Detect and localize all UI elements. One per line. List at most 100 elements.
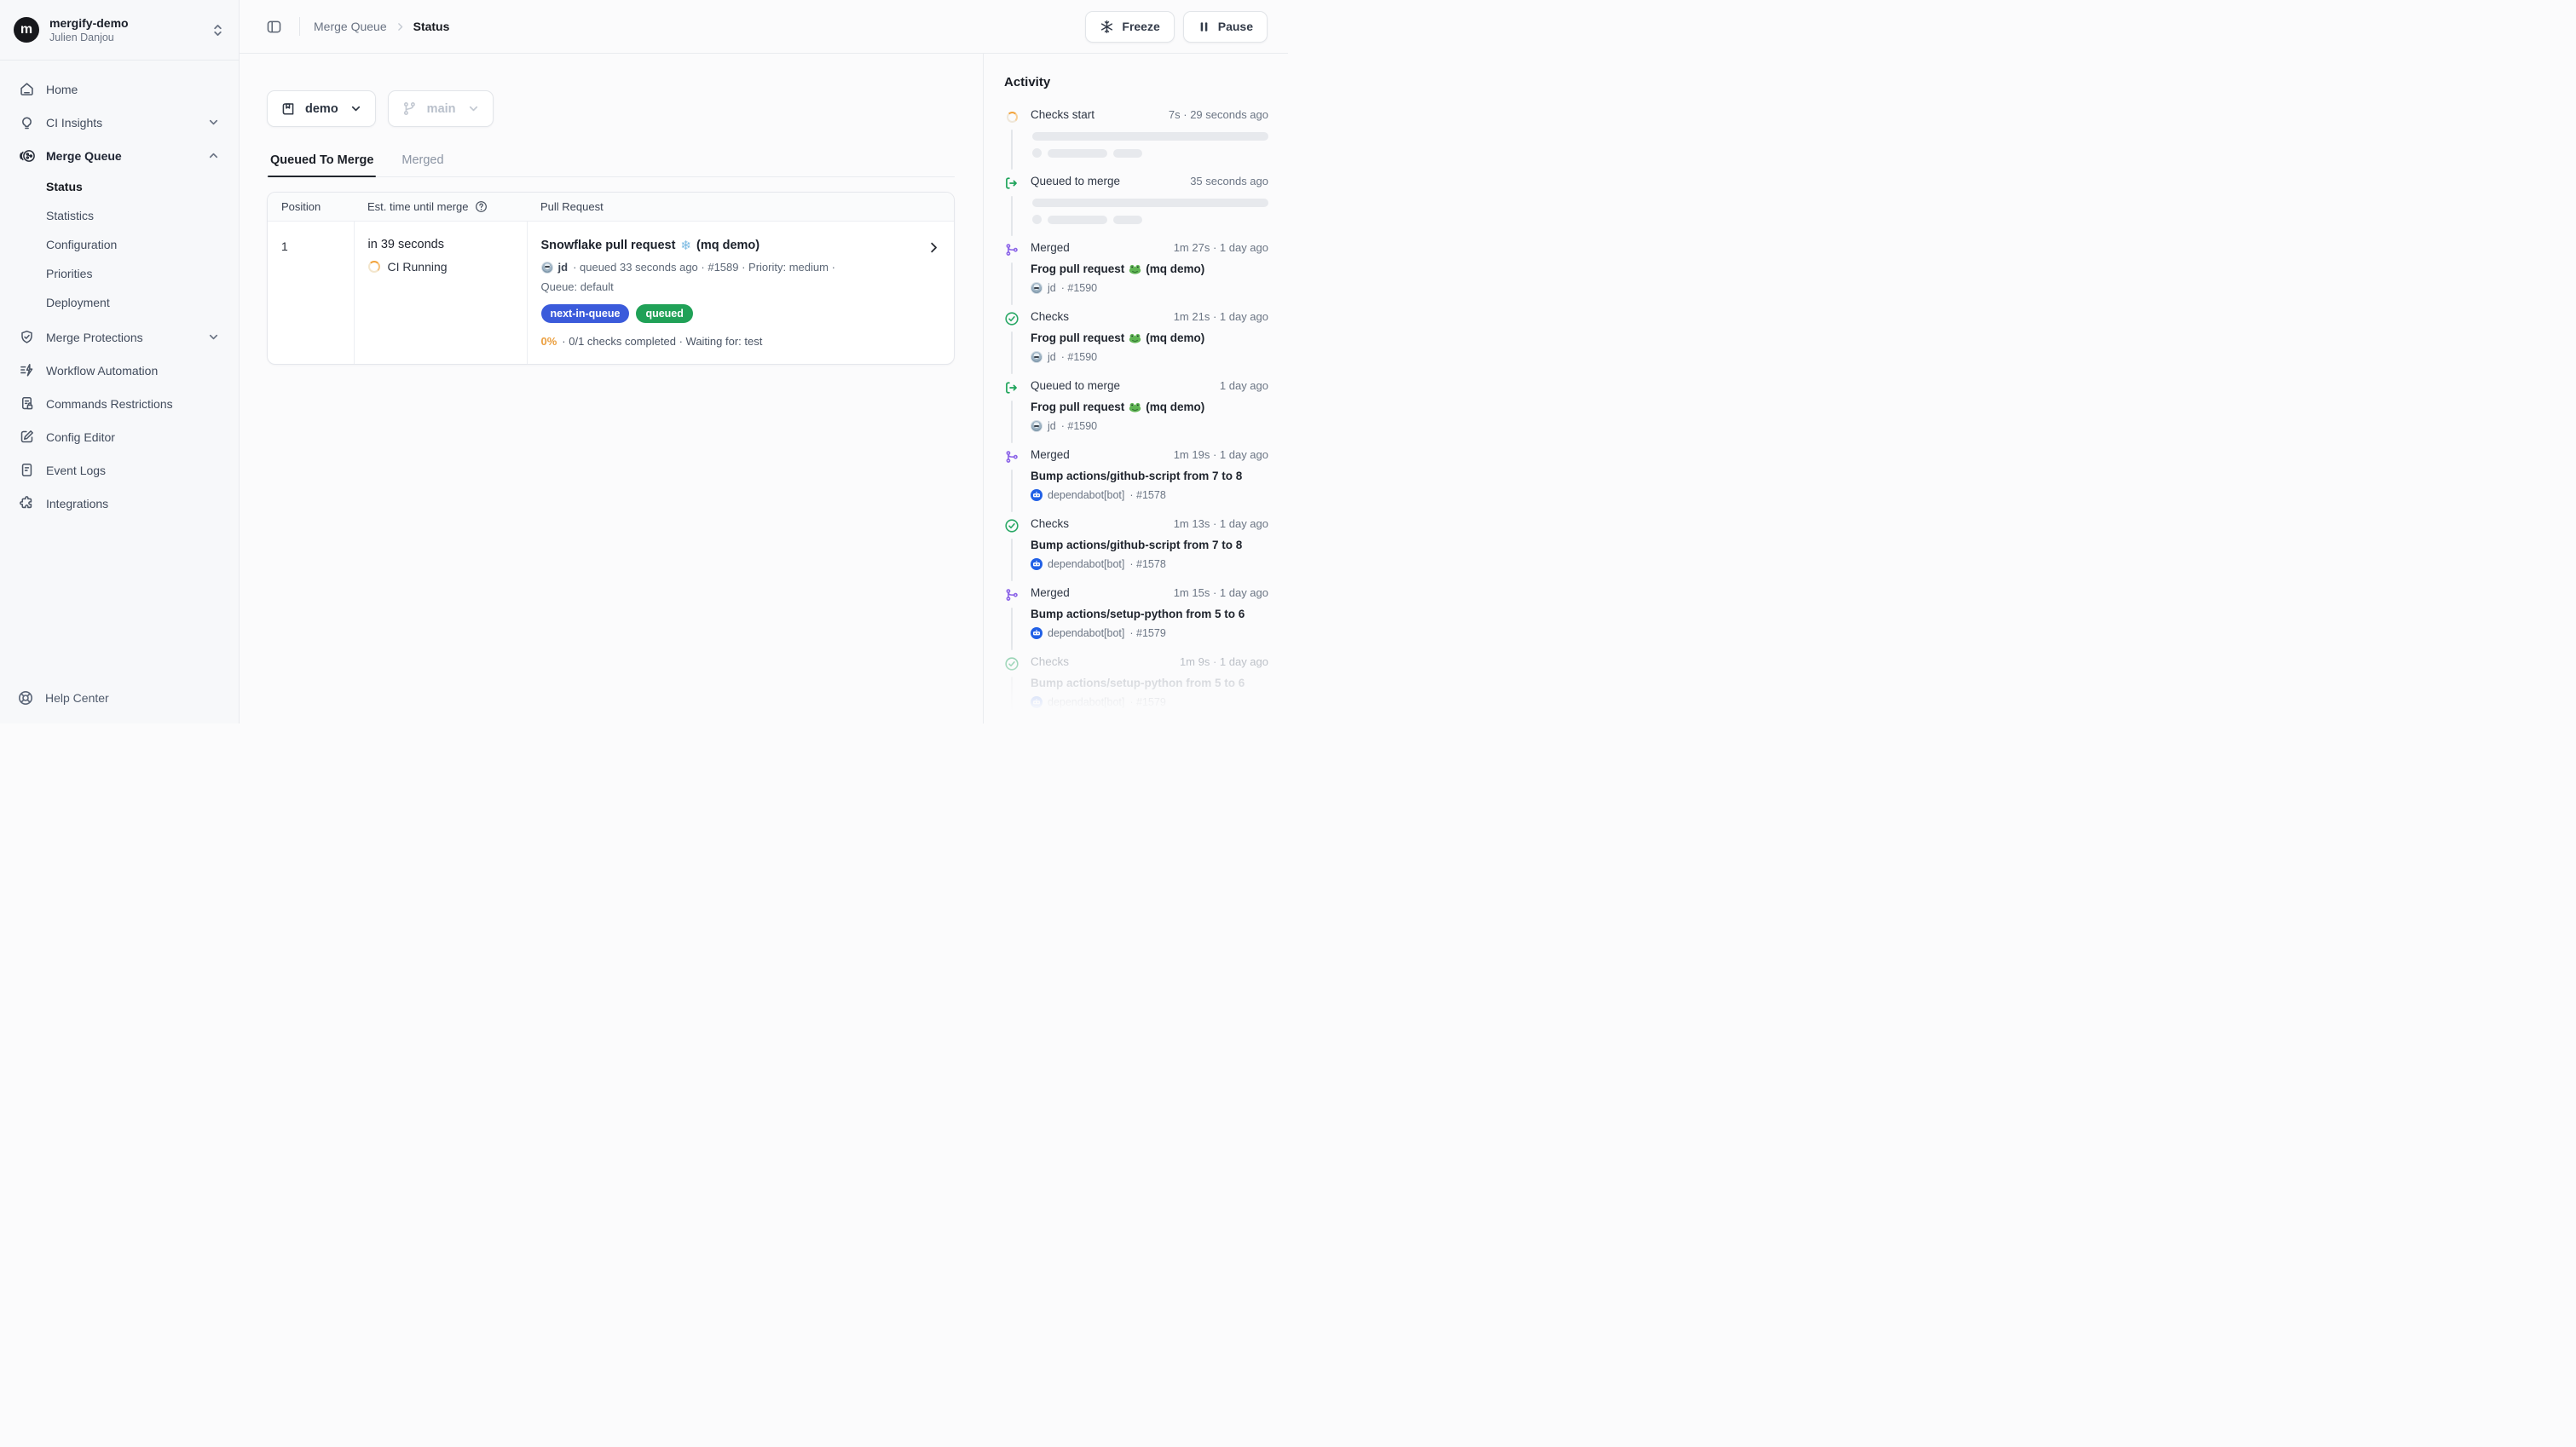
row-chevron-right-icon[interactable] — [927, 240, 941, 255]
org-owner: Julien Danjou — [49, 32, 200, 43]
sidebar-item-deployment[interactable]: Deployment — [10, 288, 228, 317]
activity-item-queued[interactable]: Queued to merge 1 day ago Frog pull requ… — [1004, 379, 1268, 448]
help-circle-icon[interactable] — [475, 200, 488, 213]
sidebar-item-ci-insights[interactable]: CI Insights — [10, 106, 228, 139]
sidebar-item-priorities[interactable]: Priorities — [10, 259, 228, 288]
queue-row[interactable]: 1 in 39 seconds CI Running — [268, 222, 954, 365]
branch-select[interactable]: main — [388, 90, 494, 127]
sidebar-item-label: Integrations — [46, 497, 108, 510]
main-region: Merge Queue Status Freeze Pause — [240, 0, 1288, 724]
est-time-cell: in 39 seconds CI Running — [354, 222, 527, 365]
activity-pr-title[interactable]: Bump actions/setup-python from 5 to 6 — [1031, 608, 1268, 620]
pr-title[interactable]: Snowflake pull request ❄ (mq demo) — [541, 238, 915, 253]
queue-tabs: Queued To Merge Merged — [267, 153, 955, 177]
freeze-button[interactable]: Freeze — [1085, 11, 1174, 43]
dependabot-icon — [1031, 696, 1043, 708]
tab-merged[interactable]: Merged — [399, 153, 446, 176]
breadcrumb-status: Status — [413, 20, 450, 33]
activity-pr-title[interactable]: Frog pull request (mq demo) — [1031, 262, 1268, 275]
sidebar-item-workflow-automation[interactable]: Workflow Automation — [10, 354, 228, 387]
sidebar-item-label: Commands Restrictions — [46, 397, 173, 411]
sidebar-item-configuration[interactable]: Configuration — [10, 230, 228, 259]
activity-list: Checks start 7s · 29 seconds ago — [1004, 108, 1268, 724]
filters-row: demo main — [267, 90, 955, 127]
activity-item-checks[interactable]: Checks 1m 13s · 1 day ago Bump actions/g… — [1004, 517, 1268, 586]
lightbulb-icon — [19, 114, 35, 130]
mergify-logo: m — [14, 17, 39, 43]
activity-pr-title[interactable]: Frog pull request (mq demo) — [1031, 401, 1268, 413]
sidebar-item-integrations[interactable]: Integrations — [10, 487, 228, 520]
sidebar-item-config-editor[interactable]: Config Editor — [10, 420, 228, 453]
breadcrumb-merge-queue[interactable]: Merge Queue — [314, 20, 387, 33]
activity-pr-meta: jd · #1590 — [1031, 351, 1268, 363]
activity-pr-meta: dependabot[bot] · #1579 — [1031, 696, 1268, 708]
sidebar-item-event-logs[interactable]: Event Logs — [10, 453, 228, 487]
merged-icon — [1004, 242, 1019, 257]
edit-pencil-icon — [19, 429, 35, 445]
pause-button[interactable]: Pause — [1183, 11, 1268, 43]
help-center-link[interactable]: Help Center — [0, 676, 239, 724]
pr-author: jd — [558, 261, 569, 274]
activity-pr-title[interactable]: Bump actions/github-script from 7 to 8 — [1031, 539, 1268, 551]
timeline-rail — [1011, 677, 1013, 719]
activity-title: Activity — [1004, 75, 1268, 89]
activity-item-queued[interactable]: Queued to merge 35 seconds ago — [1004, 175, 1268, 241]
timeline-rail — [1011, 539, 1013, 581]
ci-status-label: CI Running — [388, 260, 448, 274]
sidebar-item-label: Config Editor — [46, 430, 115, 444]
activity-item-checks[interactable]: Checks 1m 9s · 1 day ago Bump actions/se… — [1004, 655, 1268, 724]
queued-to-merge-icon — [1004, 380, 1019, 395]
sidebar-toggle-button[interactable] — [262, 14, 286, 38]
merge-queue-submenu: Status Statistics Configuration Prioriti… — [10, 172, 228, 317]
workflow-bolt-icon — [19, 362, 35, 378]
queue-table: Position Est. time until merge — [268, 193, 954, 364]
pr-labels: next-in-queue queued — [541, 304, 915, 323]
activity-item-merged[interactable]: Merged 1m 19s · 1 day ago Bump actions/g… — [1004, 448, 1268, 517]
sidebar-item-commands-restrictions[interactable]: Commands Restrictions — [10, 387, 228, 420]
tab-queued-to-merge[interactable]: Queued To Merge — [268, 153, 376, 176]
snowflake-icon — [1100, 20, 1114, 34]
frog-emoji — [1129, 264, 1141, 274]
repo-book-icon — [280, 101, 296, 117]
timeline-rail — [1011, 331, 1013, 374]
activity-pr-meta: jd · #1590 — [1031, 420, 1268, 432]
lifebuoy-icon — [17, 689, 34, 706]
sidebar-item-home[interactable]: Home — [10, 72, 228, 106]
activity-item-checks[interactable]: Checks 1m 21s · 1 day ago Frog pull requ… — [1004, 310, 1268, 379]
org-selector[interactable]: m mergify-demo Julien Danjou — [0, 0, 239, 61]
queued-to-merge-icon — [1004, 176, 1019, 191]
chevron-down-icon — [467, 102, 480, 115]
merged-icon — [1004, 587, 1019, 602]
timeline-rail — [1011, 608, 1013, 650]
sidebar-item-status[interactable]: Status — [10, 172, 228, 201]
ci-running-spinner-icon — [368, 261, 380, 273]
topbar-divider — [299, 17, 300, 36]
sidebar-item-merge-protections[interactable]: Merge Protections — [10, 320, 228, 354]
document-lines-icon — [19, 462, 35, 478]
loading-skeleton — [1032, 132, 1268, 158]
sidebar-item-merge-queue[interactable]: Merge Queue — [10, 139, 228, 172]
checks-success-icon — [1004, 311, 1019, 326]
sidebar-item-statistics[interactable]: Statistics — [10, 201, 228, 230]
activity-pr-title[interactable]: Bump actions/github-script from 7 to 8 — [1031, 470, 1268, 482]
timeline-rail — [1011, 130, 1013, 170]
dependabot-icon — [1031, 627, 1043, 639]
activity-item-checks-start[interactable]: Checks start 7s · 29 seconds ago — [1004, 108, 1268, 175]
merge-queue-icon — [19, 147, 35, 164]
activity-item-merged[interactable]: Merged 1m 15s · 1 day ago Bump actions/s… — [1004, 586, 1268, 655]
merged-icon — [1004, 449, 1019, 464]
activity-panel: Activity Checks start 7s · 29 seconds ag… — [983, 54, 1288, 724]
repository-select[interactable]: demo — [267, 90, 376, 127]
activity-item-merged[interactable]: Merged 1m 27s · 1 day ago Frog pull requ… — [1004, 241, 1268, 310]
activity-pr-title[interactable]: Frog pull request (mq demo) — [1031, 331, 1268, 344]
sidebar-item-label: Event Logs — [46, 464, 106, 477]
pending-spinner-icon — [1004, 109, 1019, 124]
avatar — [541, 262, 553, 274]
pause-icon — [1198, 20, 1210, 33]
pull-request-cell: Snowflake pull request ❄ (mq demo) jd · … — [527, 222, 954, 365]
puzzle-icon — [19, 495, 35, 511]
chevron-up-icon — [207, 149, 220, 162]
column-header-position: Position — [268, 193, 354, 222]
activity-pr-title[interactable]: Bump actions/setup-python from 5 to 6 — [1031, 677, 1268, 689]
activity-pr-meta: dependabot[bot] · #1578 — [1031, 558, 1268, 570]
